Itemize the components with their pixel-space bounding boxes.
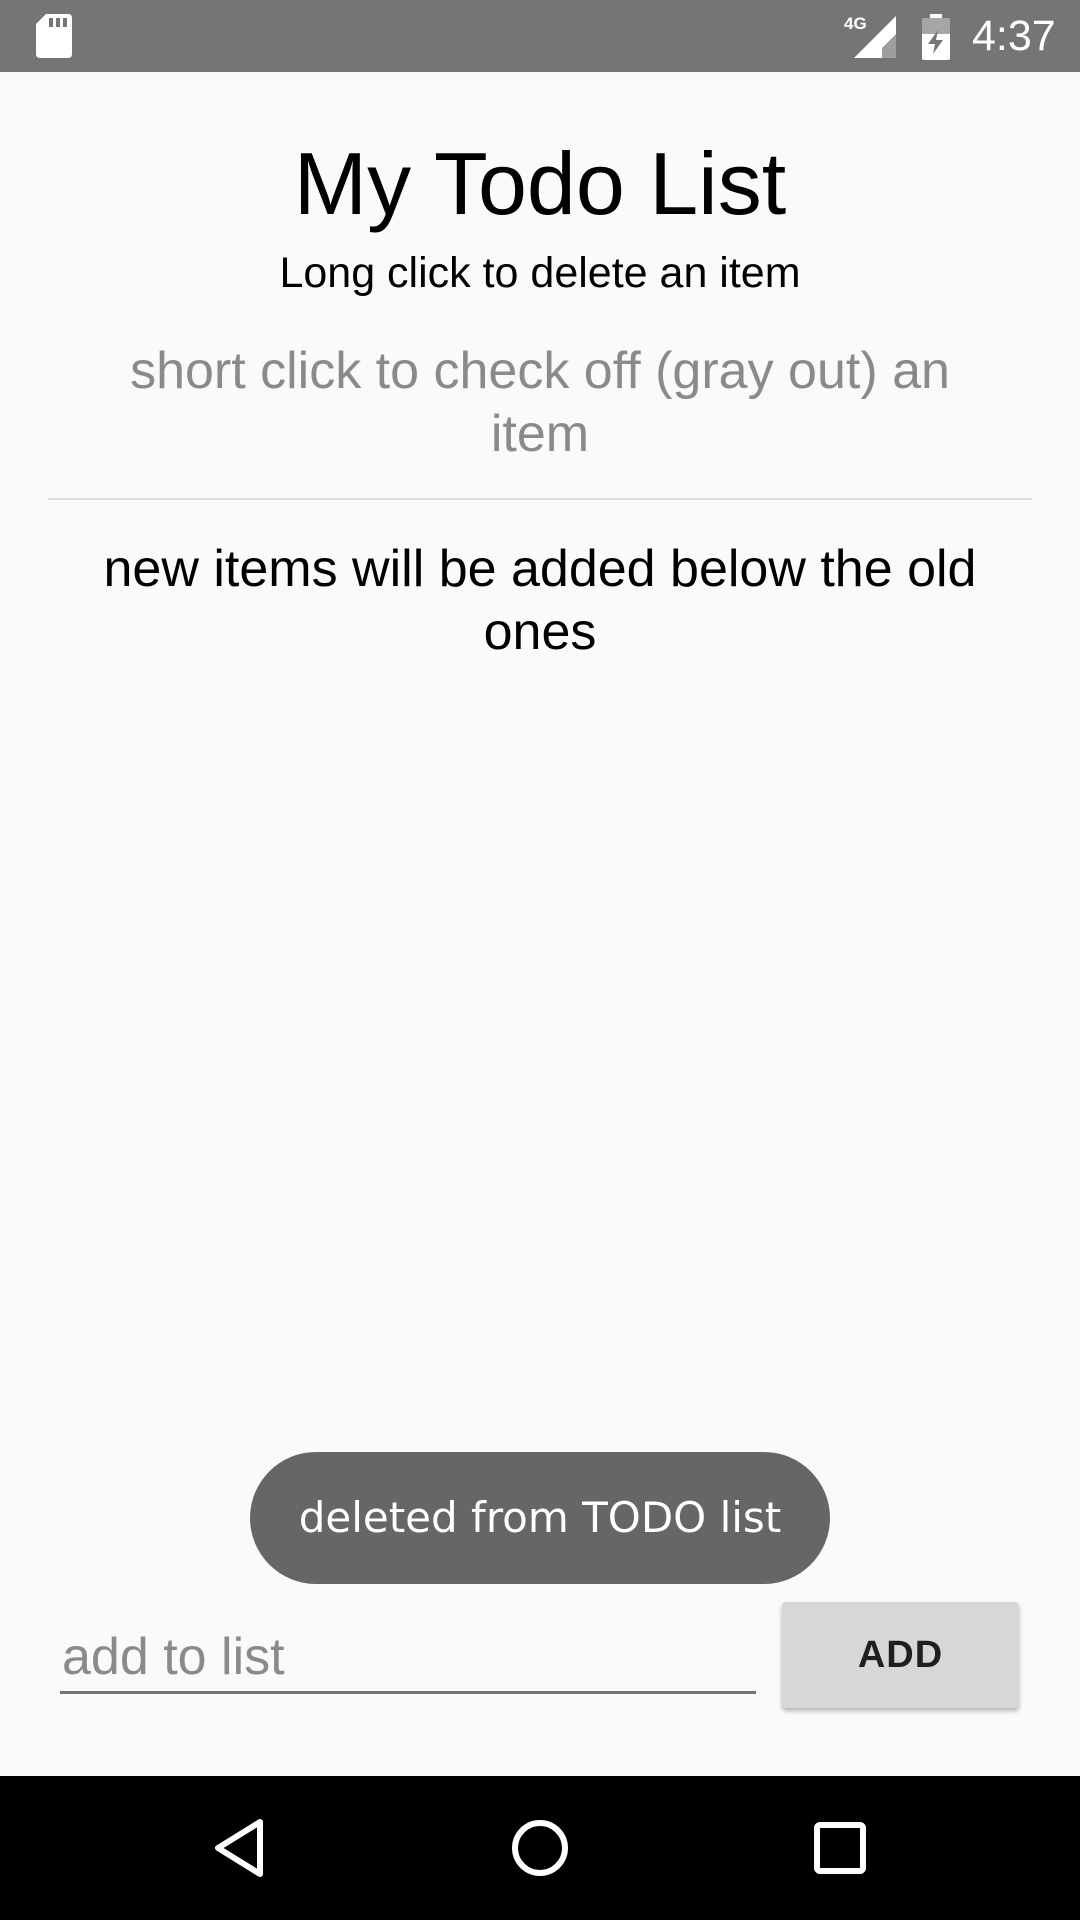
svg-text:4G: 4G [844,14,867,33]
recents-icon[interactable] [802,1810,878,1886]
list-divider [48,498,1032,500]
todo-item-checked[interactable]: short click to check off (gray out) an i… [90,340,990,466]
add-button[interactable]: ADD [782,1602,1019,1708]
status-bar: 4G 4:37 [0,0,1080,72]
page-subtitle: Long click to delete an item [279,249,801,297]
screen: 4G 4:37 My Todo List Long click to delet… [0,0,1080,1920]
todo-item[interactable]: new items will be added below the old on… [90,538,990,664]
navigation-bar [0,1776,1080,1920]
sd-card-icon [36,14,72,58]
home-icon[interactable] [502,1810,578,1886]
back-icon[interactable] [204,1810,280,1886]
toast-message: deleted from TODO list [250,1452,830,1584]
signal-4g-icon: 4G [844,14,896,58]
page-title: My Todo List [293,134,787,233]
status-time: 4:37 [972,12,1056,60]
add-item-input[interactable] [60,1622,756,1694]
battery-charging-icon [922,14,950,60]
